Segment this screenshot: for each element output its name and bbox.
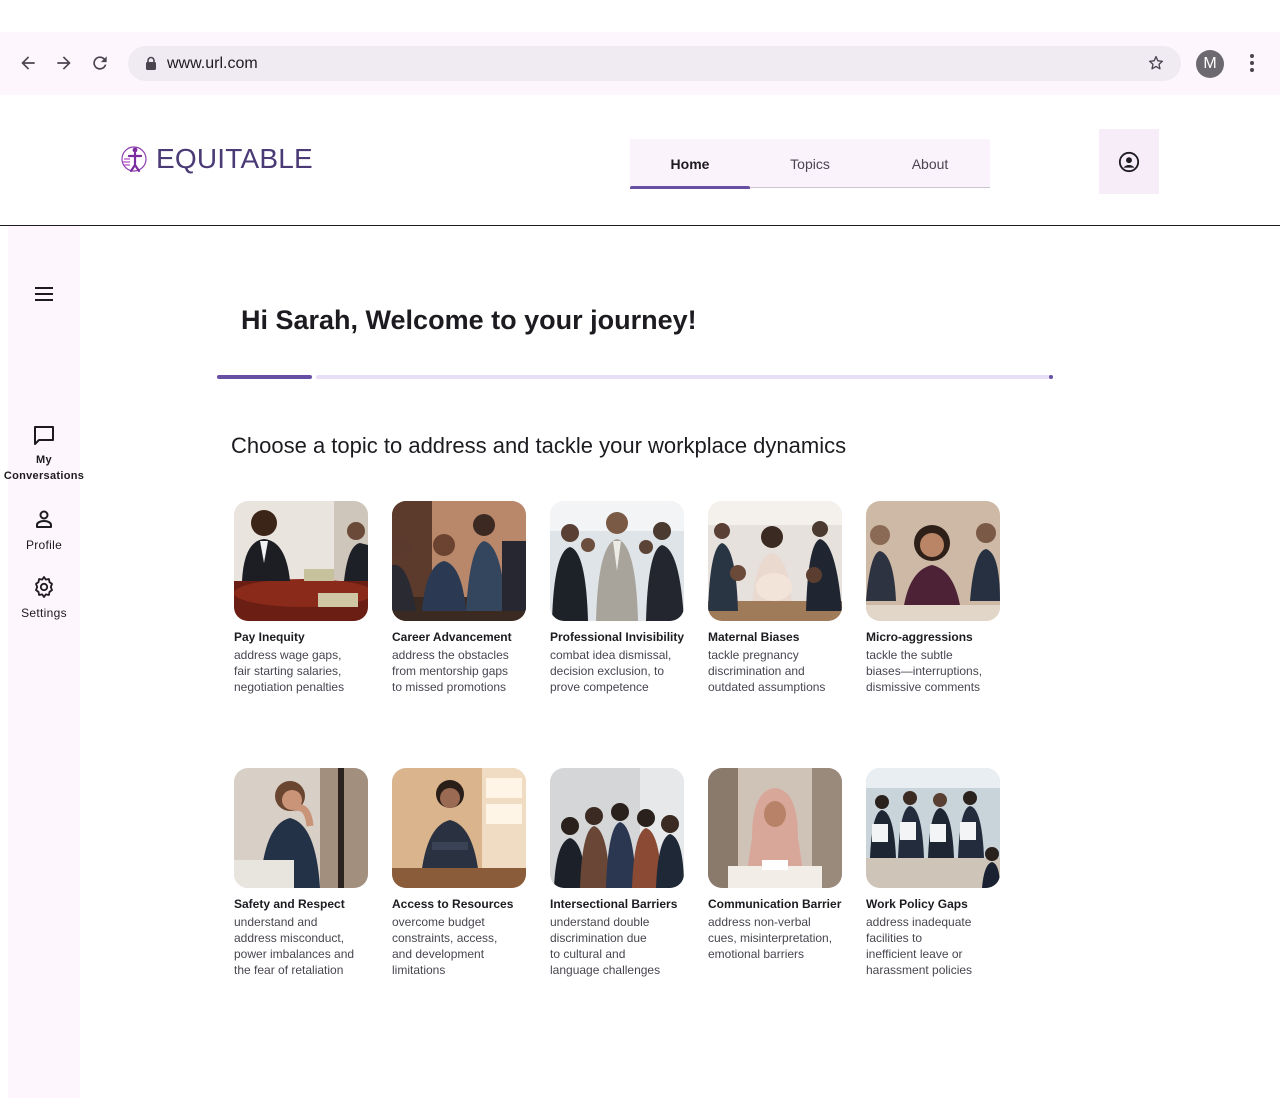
person-icon: [32, 507, 56, 531]
topic-title: Professional Invisibility: [550, 630, 685, 644]
topic-card-micro-aggressions[interactable]: Micro-aggressions tackle the subtle bias…: [866, 501, 1006, 695]
topic-card-safety-and-respect[interactable]: Safety and Respect understand and addres…: [234, 768, 374, 978]
topic-image: [708, 501, 842, 621]
tab-home[interactable]: Home: [630, 139, 750, 189]
logo-emblem-icon: [120, 144, 150, 174]
topic-title: Work Policy Gaps: [866, 897, 968, 911]
topic-card-maternal-biases[interactable]: Maternal Biases tackle pregnancy discrim…: [708, 501, 848, 695]
topic-description: combat idea dismissal, decision exclusio…: [550, 648, 672, 694]
reload-icon[interactable]: [88, 51, 112, 75]
primary-tabs: Home Topics About: [630, 139, 990, 189]
topic-image: [550, 501, 684, 621]
topic-card-communication-barrier[interactable]: Communication Barrier address non-verbal…: [708, 768, 848, 962]
account-button[interactable]: [1099, 129, 1159, 194]
topic-description: address wage gaps, fair starting salarie…: [234, 648, 345, 694]
rail-item-my-conversations[interactable]: My Conversations: [4, 424, 84, 484]
bookmark-star-icon[interactable]: [1147, 54, 1165, 72]
more-vert-icon[interactable]: [1240, 51, 1264, 75]
topic-title: Pay Inequity: [234, 630, 305, 644]
logo-text: EQUITABLE: [156, 143, 313, 174]
topic-title: Career Advancement: [392, 630, 512, 644]
lock-icon: [145, 56, 157, 71]
gear-icon: [32, 575, 56, 599]
topic-prompt: Choose a topic to address and tackle you…: [231, 433, 847, 458]
topic-title: Access to Resources: [392, 897, 514, 911]
topic-description: overcome budget constraints, access, and…: [392, 915, 498, 977]
topic-card-access-to-resources[interactable]: Access to Resources overcome budget cons…: [392, 768, 532, 978]
topic-title: Communication Barrier: [708, 897, 842, 911]
topic-card-work-policy-gaps[interactable]: Work Policy Gaps address inadequate faci…: [866, 768, 1006, 978]
browser-toolbar: www.url.com M: [0, 32, 1280, 95]
navigation-rail: My Conversations Profile Settings: [4, 226, 84, 1098]
journey-progress-stop: [1049, 375, 1053, 379]
journey-progress-fill: [217, 375, 312, 379]
rail-item-profile[interactable]: Profile: [8, 507, 80, 553]
app-header: EQUITABLE Home Topics About: [0, 95, 1280, 226]
topic-title: Intersectional Barriers: [550, 897, 678, 911]
topic-image: [708, 768, 842, 888]
profile-avatar[interactable]: M: [1196, 50, 1224, 78]
rail-label-profile: Profile: [25, 538, 63, 552]
rail-label-settings: Settings: [21, 606, 67, 620]
address-bar[interactable]: www.url.com: [128, 46, 1181, 81]
url-text: www.url.com: [167, 55, 258, 72]
back-icon[interactable]: [16, 51, 40, 75]
topic-image: [866, 501, 1000, 621]
topic-description: tackle pregnancy discrimination and outd…: [708, 648, 826, 694]
topic-card-professional-invisibility[interactable]: Professional Invisibility combat idea di…: [550, 501, 690, 695]
topic-image: [550, 768, 684, 888]
topic-image: [866, 768, 1000, 888]
journey-progress-track: [316, 375, 1052, 379]
welcome-heading: Hi Sarah, Welcome to your journey!: [241, 305, 697, 335]
topic-image: [234, 768, 368, 888]
topic-image: [234, 501, 368, 621]
logo[interactable]: EQUITABLE: [120, 143, 313, 175]
rail-item-settings[interactable]: Settings: [8, 575, 80, 621]
topic-description: tackle the subtle biases—interruptions, …: [866, 648, 983, 694]
topic-description: understand double discrimination due to …: [550, 915, 661, 977]
chat-icon: [32, 424, 56, 448]
tab-topics[interactable]: Topics: [750, 139, 870, 188]
menu-icon[interactable]: [32, 282, 56, 306]
topic-description: address inadequate facilities to ineffic…: [866, 915, 973, 977]
topic-image: [392, 501, 526, 621]
topic-image: [392, 768, 526, 888]
account-circle-icon: [1118, 151, 1140, 173]
topic-title: Maternal Biases: [708, 630, 800, 644]
topic-card-intersectional-barriers[interactable]: Intersectional Barriers understand doubl…: [550, 768, 690, 978]
forward-icon[interactable]: [52, 51, 76, 75]
rail-label-my-conversations: My Conversations: [3, 454, 85, 482]
topic-title: Micro-aggressions: [866, 630, 973, 644]
topic-description: address non-verbal cues, misinterpretati…: [708, 915, 833, 961]
topic-card-pay-inequity[interactable]: Pay Inequity address wage gaps, fair sta…: [234, 501, 374, 695]
topic-title: Safety and Respect: [234, 897, 345, 911]
tab-about[interactable]: About: [870, 139, 990, 188]
topic-description: address the obstacles from mentorship ga…: [392, 648, 509, 694]
topic-card-career-advancement[interactable]: Career Advancement address the obstacles…: [392, 501, 532, 695]
topic-description: understand and address misconduct, power…: [234, 915, 355, 977]
